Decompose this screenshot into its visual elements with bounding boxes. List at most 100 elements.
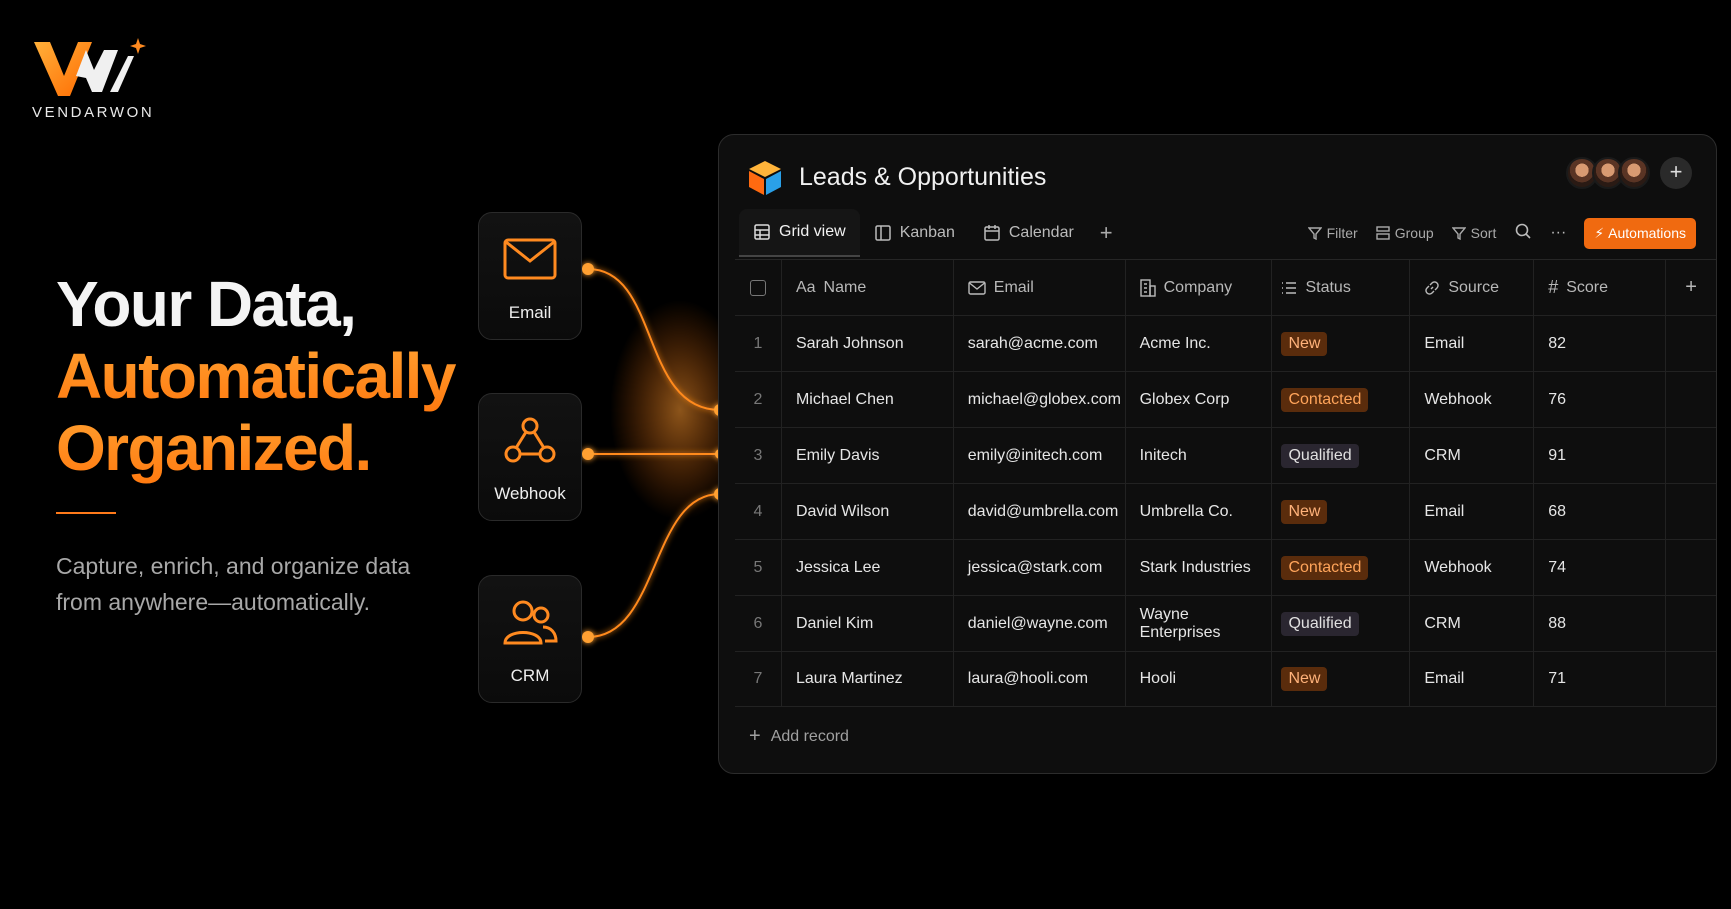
search-icon bbox=[1516, 223, 1531, 239]
cell-status[interactable]: Qualified bbox=[1272, 596, 1411, 651]
app-title: Leads & Opportunities bbox=[799, 162, 1047, 191]
select-all-checkbox[interactable] bbox=[735, 260, 782, 315]
sort-button[interactable]: Sort bbox=[1451, 225, 1496, 241]
column-header-source[interactable]: Source bbox=[1410, 260, 1535, 315]
vw-logo-icon bbox=[34, 38, 146, 96]
cell-name[interactable]: David Wilson bbox=[782, 484, 954, 539]
source-card-webhook[interactable]: Webhook bbox=[478, 393, 582, 521]
cell-score[interactable]: 76 bbox=[1534, 372, 1667, 427]
cell-status[interactable]: New bbox=[1272, 484, 1411, 539]
cell-name[interactable]: Sarah Johnson bbox=[782, 316, 954, 371]
cell-company[interactable]: Acme Inc. bbox=[1126, 316, 1273, 371]
column-header-status[interactable]: Status bbox=[1272, 260, 1411, 315]
cell-score[interactable]: 88 bbox=[1534, 596, 1667, 651]
table-row[interactable]: 6 Daniel Kim daniel@wayne.com Wayne Ente… bbox=[735, 595, 1716, 651]
row-number: 6 bbox=[735, 596, 782, 651]
tab-label: Grid view bbox=[779, 223, 846, 240]
table-row[interactable]: 7 Laura Martinez laura@hooli.com Hooli N… bbox=[735, 651, 1716, 707]
cell-company[interactable]: Globex Corp bbox=[1126, 372, 1273, 427]
link-icon bbox=[1425, 280, 1440, 295]
source-label: Webhook bbox=[494, 484, 566, 503]
cell-name[interactable]: Jessica Lee bbox=[782, 540, 954, 595]
cell-email[interactable]: emily@initech.com bbox=[954, 428, 1126, 483]
cell-name[interactable]: Michael Chen bbox=[782, 372, 954, 427]
cell-empty bbox=[1666, 596, 1716, 651]
tab-grid-view[interactable]: Grid view bbox=[739, 209, 860, 257]
add-collaborator-button[interactable]: + bbox=[1660, 157, 1692, 189]
source-card-email[interactable]: Email bbox=[478, 212, 582, 340]
envelope-icon bbox=[968, 280, 986, 295]
column-header-email[interactable]: Email bbox=[954, 260, 1126, 315]
more-button[interactable]: ··· bbox=[1550, 224, 1566, 242]
list-icon bbox=[1282, 281, 1297, 294]
cell-company[interactable]: Umbrella Co. bbox=[1126, 484, 1273, 539]
search-button[interactable] bbox=[1514, 222, 1532, 245]
column-label: Name bbox=[823, 278, 867, 296]
hero-section: Your Data, Automatically Organized. Capt… bbox=[56, 268, 476, 620]
tab-calendar[interactable]: Calendar bbox=[969, 209, 1088, 257]
add-column-button[interactable]: + bbox=[1666, 260, 1716, 315]
cell-email[interactable]: daniel@wayne.com bbox=[954, 596, 1126, 651]
cell-score[interactable]: 71 bbox=[1534, 652, 1667, 706]
cell-source[interactable]: Email bbox=[1410, 316, 1535, 371]
tab-kanban[interactable]: Kanban bbox=[860, 209, 969, 257]
cell-name[interactable]: Laura Martinez bbox=[782, 652, 954, 706]
cell-company[interactable]: Hooli bbox=[1126, 652, 1273, 706]
table-row[interactable]: 2 Michael Chen michael@globex.com Globex… bbox=[735, 371, 1716, 427]
cell-email[interactable]: michael@globex.com bbox=[954, 372, 1126, 427]
cell-email[interactable]: david@umbrella.com bbox=[954, 484, 1126, 539]
hero-tagline: Capture, enrich, and organize data from … bbox=[56, 553, 411, 615]
cell-source[interactable]: Email bbox=[1410, 652, 1535, 706]
view-tools: Filter Group Sort ··· ⚡ Automations bbox=[1290, 217, 1696, 249]
automations-button[interactable]: ⚡ Automations bbox=[1584, 217, 1696, 249]
cell-source[interactable]: CRM bbox=[1410, 428, 1535, 483]
cell-score[interactable]: 82 bbox=[1534, 316, 1667, 371]
automations-label: Automations bbox=[1608, 225, 1686, 241]
cell-empty bbox=[1666, 428, 1716, 483]
cell-status[interactable]: Contacted bbox=[1272, 372, 1411, 427]
cell-status[interactable]: Contacted bbox=[1272, 540, 1411, 595]
cell-source[interactable]: Webhook bbox=[1410, 372, 1535, 427]
cell-source[interactable]: Webhook bbox=[1410, 540, 1535, 595]
status-badge: Qualified bbox=[1281, 611, 1359, 636]
grid-header-row: Aa Name Email Company Status Source # Sc… bbox=[735, 259, 1716, 315]
cell-status[interactable]: New bbox=[1272, 652, 1411, 706]
cell-empty bbox=[1666, 652, 1716, 706]
group-icon bbox=[1376, 226, 1390, 240]
avatar[interactable] bbox=[1618, 157, 1650, 189]
table-row[interactable]: 4 David Wilson david@umbrella.com Umbrel… bbox=[735, 483, 1716, 539]
app-header: Leads & Opportunities bbox=[745, 157, 1046, 197]
table-row[interactable]: 5 Jessica Lee jessica@stark.com Stark In… bbox=[735, 539, 1716, 595]
add-view-button[interactable]: + bbox=[1088, 220, 1125, 246]
cell-email[interactable]: jessica@stark.com bbox=[954, 540, 1126, 595]
column-header-score[interactable]: # Score bbox=[1534, 260, 1667, 315]
cell-company[interactable]: Wayne Enterprises bbox=[1126, 596, 1273, 651]
cell-source[interactable]: Email bbox=[1410, 484, 1535, 539]
cell-status[interactable]: New bbox=[1272, 316, 1411, 371]
cell-status[interactable]: Qualified bbox=[1272, 428, 1411, 483]
cell-source[interactable]: CRM bbox=[1410, 596, 1535, 651]
table-row[interactable]: 3 Emily Davis emily@initech.com Initech … bbox=[735, 427, 1716, 483]
column-header-name[interactable]: Aa Name bbox=[782, 260, 954, 315]
headline-line-1: Your Data, bbox=[56, 268, 357, 340]
add-record-button[interactable]: + Add record bbox=[749, 725, 849, 748]
cell-name[interactable]: Daniel Kim bbox=[782, 596, 954, 651]
cell-score[interactable]: 74 bbox=[1534, 540, 1667, 595]
row-number: 2 bbox=[735, 372, 782, 427]
collaborators: + bbox=[1566, 157, 1692, 189]
column-header-company[interactable]: Company bbox=[1126, 260, 1273, 315]
cell-company[interactable]: Stark Industries bbox=[1126, 540, 1273, 595]
filter-label: Filter bbox=[1326, 225, 1358, 241]
tab-label: Calendar bbox=[1008, 224, 1074, 241]
cell-name[interactable]: Emily Davis bbox=[782, 428, 954, 483]
building-icon bbox=[1139, 278, 1156, 297]
cell-score[interactable]: 68 bbox=[1534, 484, 1667, 539]
cell-company[interactable]: Initech bbox=[1126, 428, 1273, 483]
cell-email[interactable]: laura@hooli.com bbox=[954, 652, 1126, 706]
table-row[interactable]: 1 Sarah Johnson sarah@acme.com Acme Inc.… bbox=[735, 315, 1716, 371]
cell-email[interactable]: sarah@acme.com bbox=[954, 316, 1126, 371]
group-button[interactable]: Group bbox=[1376, 225, 1434, 241]
source-card-crm[interactable]: CRM bbox=[478, 575, 582, 703]
filter-button[interactable]: Filter bbox=[1307, 225, 1358, 241]
cell-score[interactable]: 91 bbox=[1534, 428, 1667, 483]
